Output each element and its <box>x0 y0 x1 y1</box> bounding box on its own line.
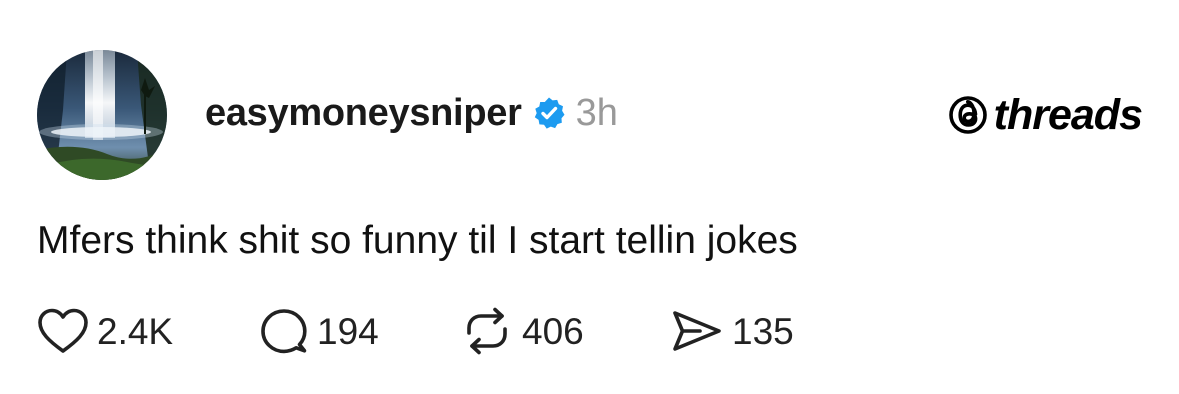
heart-icon <box>37 307 89 355</box>
send-icon <box>670 307 724 355</box>
verified-badge-icon <box>532 96 566 130</box>
timestamp: 3h <box>575 92 618 134</box>
threads-brand: threads <box>948 90 1143 140</box>
comment-button[interactable]: 194 <box>257 307 460 355</box>
comment-count: 194 <box>317 310 379 352</box>
like-button[interactable]: 2.4K <box>37 307 257 355</box>
avatar[interactable] <box>37 50 167 180</box>
post-header: easymoneysniper 3h <box>205 88 618 138</box>
brand-name: threads <box>993 90 1143 139</box>
action-bar: 2.4K 194 406 135 <box>37 305 794 357</box>
repost-icon <box>460 307 514 355</box>
username[interactable]: easymoneysniper <box>205 94 522 132</box>
like-count: 2.4K <box>97 310 174 352</box>
share-button[interactable]: 135 <box>670 307 794 355</box>
share-count: 135 <box>732 310 794 352</box>
avatar-image <box>37 50 167 180</box>
repost-count: 406 <box>522 310 584 352</box>
comment-bubble-icon <box>257 307 309 355</box>
repost-button[interactable]: 406 <box>460 307 670 355</box>
threads-logo-icon <box>948 95 988 135</box>
post-text: Mfers think shit so funny til I start te… <box>37 219 798 262</box>
